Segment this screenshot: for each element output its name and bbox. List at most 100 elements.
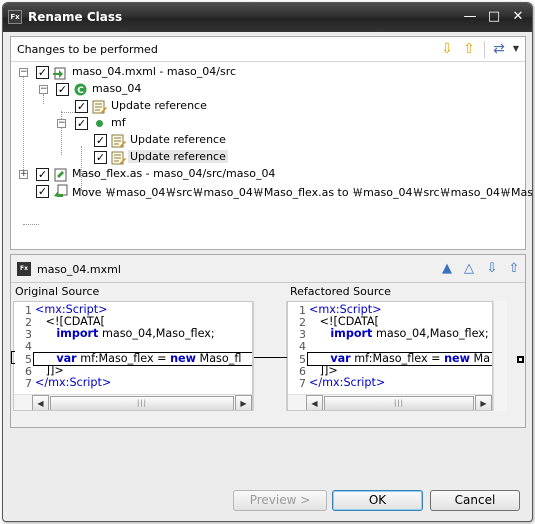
minimize-icon[interactable]: — [461, 8, 479, 26]
diff-connector [254, 357, 288, 358]
diff-overview-marker[interactable] [517, 356, 524, 363]
diff-marker-left [11, 351, 15, 364]
scroll-right-icon[interactable]: ▶ [235, 395, 252, 410]
scroll-left-icon[interactable]: ◀ [32, 395, 49, 410]
code-token: </ [309, 376, 323, 389]
class-icon: C [74, 83, 87, 96]
next-diff-icon[interactable]: ⇩ [483, 261, 501, 277]
text-edit-icon [111, 134, 126, 148]
collapse-icon[interactable]: − [39, 85, 48, 94]
tree-node-update-reference-selected[interactable]: ✓ Update reference [11, 149, 511, 166]
code-token: > [375, 376, 386, 389]
tree-node-move-file[interactable]: ✓ Move ￦maso_04￦src￦maso_04￦Maso_flex.as… [11, 183, 532, 200]
window-title: Rename Class [28, 10, 123, 24]
line-number: 7 [299, 377, 306, 390]
line-number: 4 [299, 340, 306, 353]
code-token: mf:Maso_flex = [350, 352, 445, 365]
code-token: </ [35, 376, 49, 389]
checkbox[interactable]: ✓ [56, 83, 69, 96]
code-token: mx:Script [322, 376, 376, 389]
filter-icon[interactable]: ⇄ [491, 41, 507, 57]
tree-node-label: mf [111, 116, 126, 129]
code-token: import [56, 327, 99, 340]
prev-diff-icon[interactable]: ⇧ [505, 261, 523, 277]
code-line: </mx:Script> [35, 376, 111, 389]
move-file-icon [54, 184, 68, 197]
collapse-icon[interactable]: − [19, 68, 28, 77]
copy-left-icon[interactable]: △ [460, 261, 478, 277]
checkbox[interactable]: ✓ [94, 151, 107, 164]
tree-node-update-reference[interactable]: ✓ Update reference [11, 98, 511, 115]
as-file-icon [54, 168, 67, 182]
mxml-file-icon [53, 67, 66, 80]
tree-node-maso-flex-as[interactable]: + ✓ Maso_flex.as - maso_04/src/maso_04 [11, 166, 511, 183]
code-token: maso_04,Maso_flex; [372, 327, 489, 340]
horizontal-scrollbar[interactable]: ◀ ||| ▶ [14, 394, 252, 410]
changes-panel-label: Changes to be performed [17, 43, 158, 56]
compare-panel: Fx maso_04.mxml ▲ △ ⇩ ⇧ Original Source … [10, 254, 526, 428]
line-number: 7 [25, 377, 32, 390]
collapse-icon[interactable]: − [57, 119, 66, 128]
mxml-file-icon: Fx [17, 262, 31, 276]
code-token: Maso_fl [195, 352, 242, 365]
tree-node-label: maso_04.mxml - maso_04/src [72, 65, 237, 78]
field-icon [96, 120, 103, 127]
tree-node-label: maso_04 [92, 82, 142, 95]
scroll-left-icon[interactable]: ◀ [306, 395, 323, 410]
app-icon: Fx [8, 10, 22, 24]
refactored-source-label: Refactored Source [290, 285, 391, 298]
maximize-icon[interactable]: □ [485, 8, 503, 26]
original-source-label: Original Source [15, 285, 100, 298]
compare-file-header: Fx maso_04.mxml ▲ △ ⇩ ⇧ [11, 255, 525, 283]
horizontal-scrollbar[interactable]: ◀ ||| ▶ [288, 394, 492, 410]
checkbox[interactable]: ✓ [75, 100, 88, 113]
arrow-down-icon[interactable]: ⇩ [439, 41, 455, 57]
refactored-source-editor[interactable]: 1 <mx:Script> 2 <![CDATA[ 3 import maso_… [287, 301, 493, 411]
checkbox[interactable]: ✓ [75, 117, 88, 130]
expand-icon[interactable]: + [19, 170, 28, 179]
tree-node-update-reference[interactable]: ✓ Update reference [11, 132, 511, 149]
arrow-up-icon[interactable]: ⇧ [461, 41, 477, 57]
tree-node-mf[interactable]: − ✓ mf [11, 115, 511, 132]
text-edit-icon [92, 100, 107, 114]
code-token: maso_04,Maso_flex; [98, 327, 215, 340]
dropdown-icon[interactable]: ▼ [508, 41, 524, 57]
scroll-right-icon[interactable]: ▶ [475, 395, 492, 410]
code-token: import [330, 327, 373, 340]
changes-panel: Changes to be performed ⇩ ⇧ ⇄ ▼ − ✓ maso… [10, 36, 532, 250]
tree-node-maso-04-mxml[interactable]: − ✓ maso_04.mxml - maso_04/src [11, 64, 511, 81]
rename-class-dialog: Fx Rename Class — □ ✕ Changes to be perf… [2, 2, 533, 522]
text-edit-icon [111, 151, 126, 165]
checkbox[interactable]: ✓ [36, 185, 49, 198]
svg-text:C: C [77, 86, 84, 96]
scroll-thumb[interactable]: ||| [324, 396, 474, 410]
title-bar[interactable]: Fx Rename Class — □ ✕ [3, 3, 532, 32]
scroll-thumb[interactable]: ||| [50, 396, 234, 410]
copy-all-icon[interactable]: ▲ [438, 261, 456, 277]
code-line: import maso_04,Maso_flex; [35, 327, 215, 340]
tree-guide [23, 224, 39, 225]
tree-node-maso-04-class[interactable]: − ✓ C maso_04 [11, 81, 511, 98]
tree-node-label: Update reference [130, 133, 226, 146]
ok-button[interactable]: OK [332, 490, 423, 511]
code-token: Ma [469, 352, 491, 365]
preview-button[interactable]: Preview > [233, 490, 327, 511]
checkbox[interactable]: ✓ [36, 168, 49, 181]
original-source-editor[interactable]: 1 <mx:Script> 2 <![CDATA[ 3 import maso_… [13, 301, 253, 411]
compare-file-name: maso_04.mxml [37, 263, 121, 276]
checkbox[interactable]: ✓ [36, 66, 49, 79]
checkbox[interactable]: ✓ [94, 134, 107, 147]
tree-node-label: Update reference [128, 150, 228, 163]
code-line: import maso_04,Maso_flex; [309, 327, 489, 340]
tree-node-label: Update reference [111, 99, 207, 112]
code-token: mf:Maso_flex = [76, 352, 171, 365]
tree-node-label: Maso_flex.as - maso_04/src/maso_04 [72, 167, 276, 180]
toolbar-separator [484, 41, 485, 58]
cancel-button[interactable]: Cancel [430, 490, 520, 511]
changes-tree: − ✓ maso_04.mxml - maso_04/src − ✓ C mas… [11, 63, 532, 249]
diff-gutter [253, 301, 288, 411]
tree-node-label: Move ￦maso_04￦src￦maso_04￦Maso_flex.as t… [72, 186, 533, 199]
close-icon[interactable]: ✕ [509, 8, 527, 26]
